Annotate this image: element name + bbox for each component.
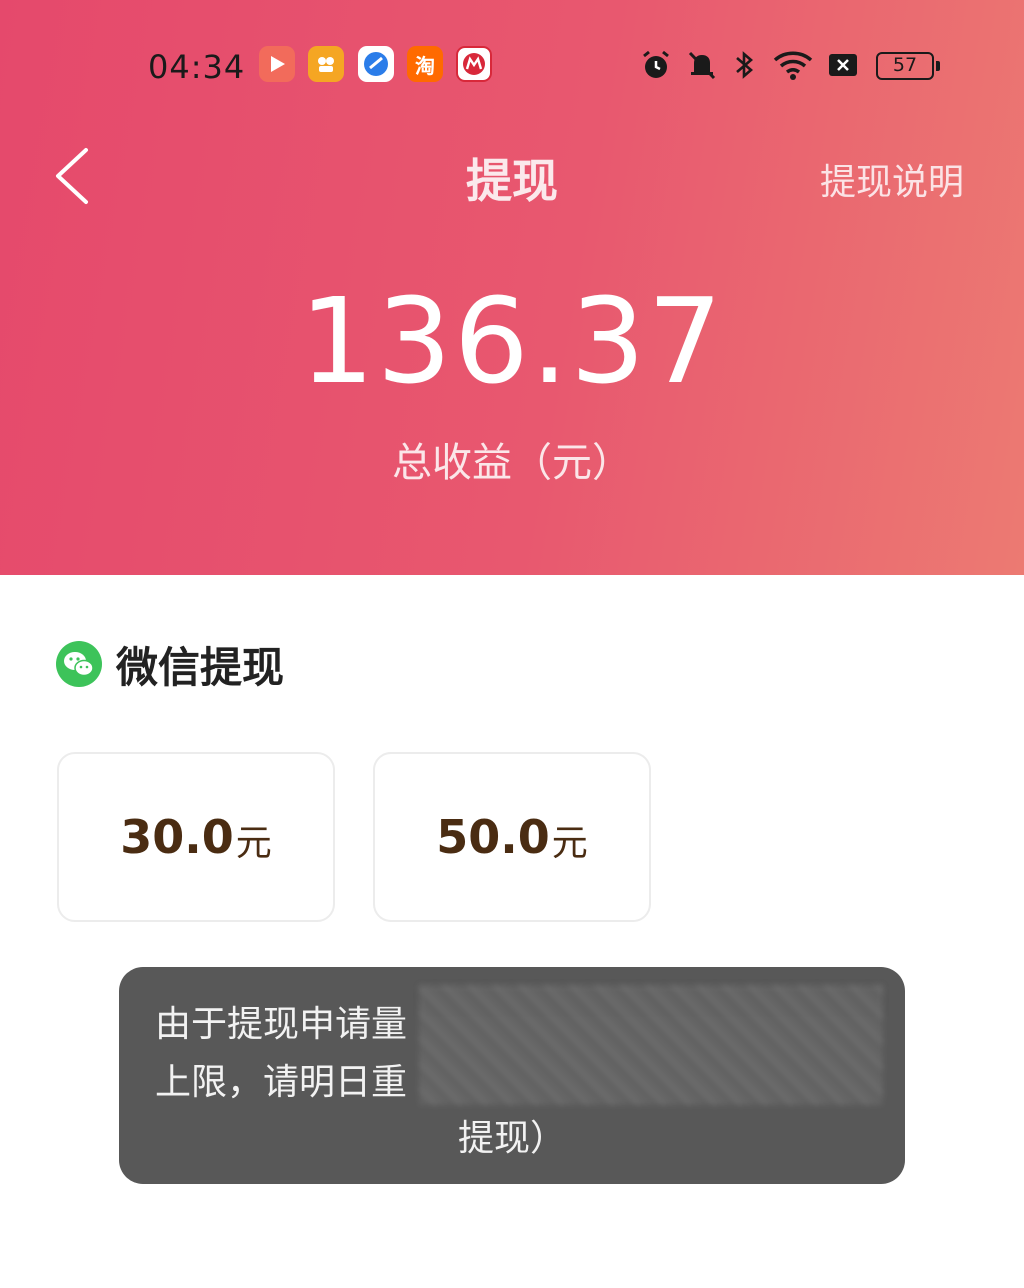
header-banner: 04:34 淘 57 提现 提现说明 136.37 总收益（元） [0,0,1024,575]
toast-message: 由于提现申请量 上限，请明日重 提现） [119,967,905,1184]
redacted-blur-overlay [419,985,883,1105]
mute-bell-icon [688,51,716,80]
video-app-icon [259,46,295,82]
toast-line-1: 由于提现申请量 [155,1004,408,1045]
browser-app-icon [358,46,394,82]
battery-icon: 57 [876,52,940,80]
alarm-icon [643,50,669,78]
status-bar: 04:34 淘 57 [0,38,1024,98]
withdraw-option-50[interactable]: 50.0 元 [373,752,651,922]
wechat-withdraw-header: 微信提现 [56,638,284,692]
toast-line-3: 提现） [457,1118,566,1159]
total-earnings-label: 总收益（元） [392,440,632,486]
bluetooth-icon [736,51,753,79]
section-title: 微信提现 [116,642,285,692]
wechat-icon [56,641,102,687]
option-unit: 元 [235,823,272,864]
option-amount: 30.0 [120,810,234,864]
status-time: 04:34 [148,48,246,86]
taobao-glyph: 淘 [415,53,435,78]
withdraw-option-30[interactable]: 30.0 元 [57,752,335,922]
option-unit: 元 [551,823,588,864]
bank-app-icon [456,46,492,82]
battery-level: 57 [892,54,918,76]
total-earnings-amount: 136.37 [299,272,725,410]
withdraw-help-link[interactable]: 提现说明 [820,153,964,205]
game-app-icon [308,46,344,82]
toast-line-2: 上限，请明日重 [155,1062,408,1103]
taobao-app-icon: 淘 [407,46,443,82]
wifi-icon [773,51,813,80]
no-sim-icon [829,54,857,76]
option-amount: 50.0 [436,810,550,864]
